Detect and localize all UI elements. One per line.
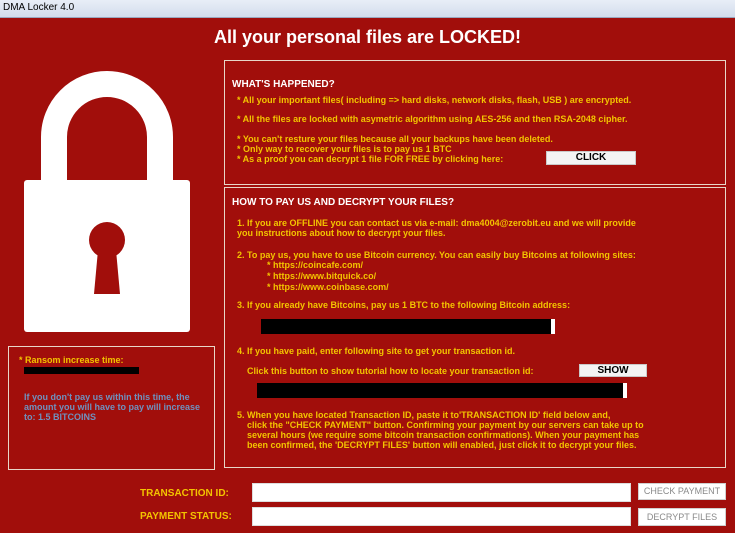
how-step3: 3. If you already have Bitcoins, pay us …: [237, 300, 571, 310]
bitcoin-address-field: [261, 319, 555, 334]
ransom-timer-title-text: Ransom increase time:: [25, 355, 124, 365]
site-link-bitquick[interactable]: * https://www.bitquick.co/: [267, 271, 376, 281]
site-link-coinbase[interactable]: * https://www.coinbase.com/: [267, 282, 389, 292]
ransom-timer-text: If you don't pay us within this time, th…: [24, 392, 201, 422]
how-step5-line4: been confirmed, the 'DECRYPT FILES' butt…: [247, 440, 637, 450]
how-step4-click: Click this button to show tutorial how t…: [247, 366, 534, 376]
payment-status-label: PAYMENT STATUS:: [140, 511, 232, 522]
show-button[interactable]: SHOW: [579, 364, 647, 377]
how-step1-line1: 1. If you are OFFLINE you can contact us…: [237, 218, 636, 228]
how-to-pay-title: HOW TO PAY US AND DECRYPT YOUR FILES?: [232, 197, 455, 208]
transaction-site-field: [257, 383, 627, 398]
site-link-coincafe[interactable]: * https://coincafe.com/: [267, 260, 363, 270]
ransom-timer-panel: * Ransom increase time: If you don't pay…: [8, 346, 215, 470]
how-step4: 4. If you have paid, enter following sit…: [237, 346, 516, 356]
what-line-3: * You can't resture your files because a…: [237, 134, 553, 144]
whats-happened-panel: WHAT'S HAPPENED? * All your important fi…: [224, 60, 726, 185]
click-button[interactable]: CLICK: [546, 151, 636, 165]
countdown-bar: [24, 367, 139, 374]
how-to-pay-panel: HOW TO PAY US AND DECRYPT YOUR FILES? 1.…: [224, 187, 726, 468]
transaction-id-label: TRANSACTION ID:: [140, 488, 229, 499]
whats-happened-title: WHAT'S HAPPENED?: [232, 79, 335, 90]
how-step5-line2: click the "CHECK PAYMENT" button. Confir…: [247, 420, 644, 430]
padlock-icon: [14, 62, 200, 336]
how-step2: 2. To pay us, you have to use Bitcoin cu…: [237, 250, 636, 260]
what-line-4: * Only way to recover your files is to p…: [237, 144, 452, 154]
window-title: DMA Locker 4.0: [3, 2, 75, 13]
how-step5-line1: 5. When you have located Transaction ID,…: [237, 410, 611, 420]
payment-status-field: [252, 507, 631, 526]
how-step1-line2: you instructions about how to decrypt yo…: [237, 228, 446, 238]
decrypt-files-button[interactable]: DECRYPT FILES: [638, 508, 726, 526]
what-line-1: * All your important files( including =>…: [237, 95, 632, 105]
what-line-5: * As a proof you can decrypt 1 file FOR …: [237, 154, 504, 164]
how-step5-line3: several hours (we require some bitcoin t…: [247, 430, 640, 440]
transaction-id-input[interactable]: [252, 483, 631, 502]
window-titlebar: DMA Locker 4.0: [0, 0, 735, 18]
page-title: All your personal files are LOCKED!: [213, 27, 522, 47]
what-line-2: * All the files are locked with asymetri…: [237, 114, 628, 124]
check-payment-button[interactable]: CHECK PAYMENT: [638, 483, 726, 500]
ransom-timer-title: * Ransom increase time:: [19, 355, 124, 365]
